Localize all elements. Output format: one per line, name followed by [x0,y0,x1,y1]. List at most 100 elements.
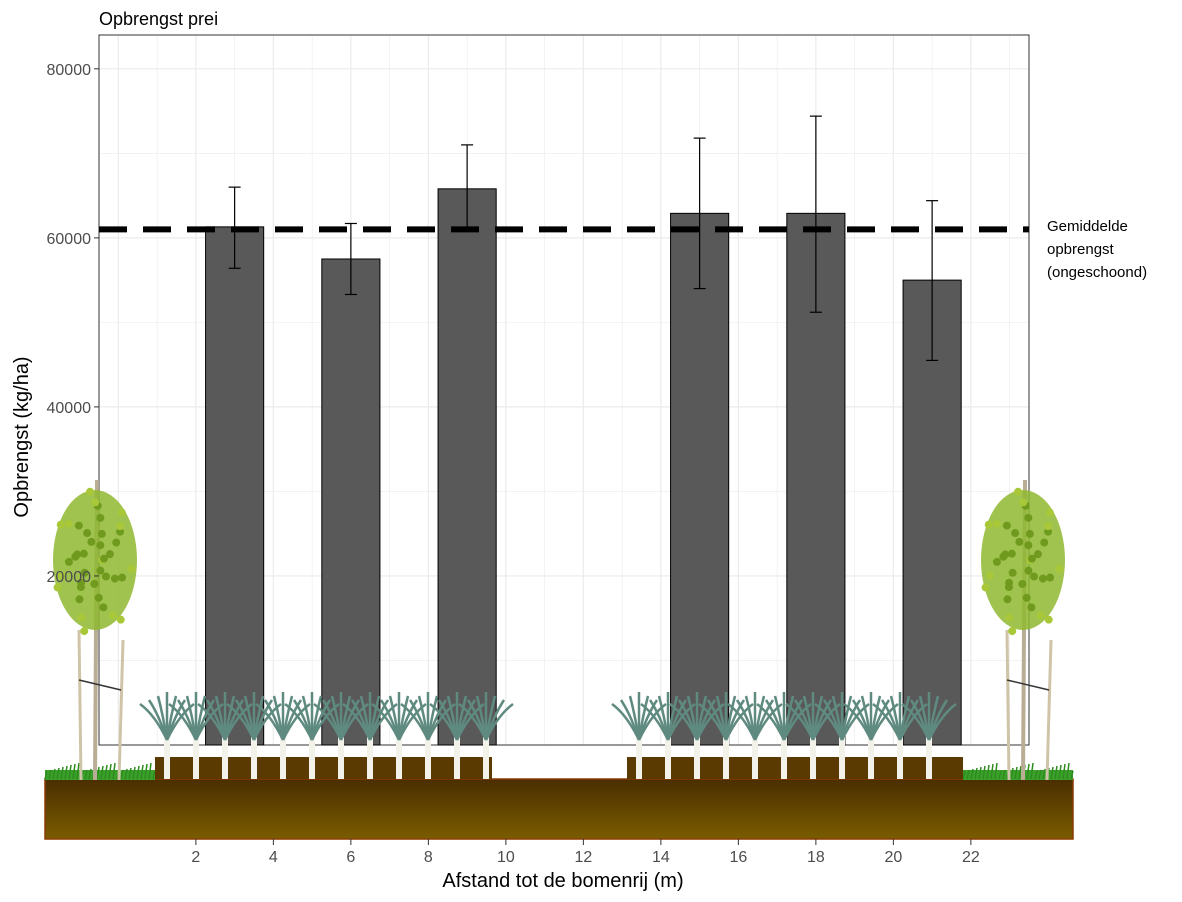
tree-tie [1006,679,1050,691]
tree-leaf [1015,537,1024,546]
annotation-line-2: opbrengst [1047,241,1115,258]
tree-leaf [984,520,993,529]
tree-leaf [86,487,95,496]
x-axis-ticks: 2 4 6 8 10 12 14 16 18 20 22 [191,839,980,866]
leek-stem [723,737,729,779]
tree-leaf [1004,583,1013,592]
tree-leaf [96,541,105,550]
tree-leaf [1027,554,1036,563]
ridge [627,757,963,779]
tree-leaf [992,557,1001,566]
tree-leaf [102,572,111,581]
tree-leaf [1055,564,1064,573]
y-axis-title: Opbrengst (kg/ha) [11,356,33,517]
tree [53,479,137,781]
leek-stem [752,737,758,779]
y-tick-label: 80000 [47,62,92,79]
leek-stem [454,737,460,779]
tree-leaf [96,566,105,575]
tree-leaf [1019,498,1028,507]
tree-leaf [992,519,1001,528]
bar [205,226,265,746]
chart-title: Opbrengst prei [99,9,218,29]
leek-stem [926,737,932,779]
tree-leaf [83,529,92,538]
x-tick-label: 12 [574,849,592,866]
x-tick-label: 22 [962,849,980,866]
annotation-line-3: (ongeschoond) [1047,264,1147,281]
tree-leaf [1022,593,1031,602]
tree-leaf [110,574,119,583]
x-tick-label: 2 [191,849,200,866]
tree-stake [77,629,83,781]
leek-stem [338,737,344,779]
tree-leaf [116,522,125,531]
leek-stem [251,737,257,779]
leek-stem [868,737,874,779]
tree-leaf [985,571,994,580]
tree-leaf [56,520,65,529]
leek-stem [309,737,315,779]
ridge [155,757,492,779]
grass-strip [44,762,156,780]
x-tick-label: 4 [269,849,278,866]
tree-leaf [75,595,84,604]
leek-stem [193,737,199,779]
tree-stake [1045,639,1053,781]
leek-stem [810,737,816,779]
x-tick-label: 14 [652,849,670,866]
tree-leaf [1005,613,1014,622]
tree-leaf [80,627,89,636]
tree-leaf [71,552,80,561]
x-tick-label: 6 [346,849,355,866]
leek-stem [222,737,228,779]
tree-leaf [116,615,125,624]
tree-leaf [112,538,121,547]
tree-tie [78,679,122,691]
bar [670,212,730,746]
tree-leaf [999,552,1008,561]
tree-leaf [118,573,127,582]
tree-leaf [1046,573,1055,582]
tree-stake [117,639,125,781]
x-tick-label: 10 [497,849,515,866]
x-tick-label: 20 [884,849,902,866]
tree-leaf [1018,579,1027,588]
x-tick-label: 8 [424,849,433,866]
tree-leaf [1040,538,1049,547]
tree-leaf [64,519,73,528]
y-tick-label: 60000 [47,231,92,248]
tree-leaf [99,554,108,563]
tree-leaf [108,611,117,620]
tree-leaf [96,513,105,522]
tree-leaf [1008,627,1017,636]
tree-leaf [1045,508,1054,517]
tree-leaf [77,613,86,622]
tree-leaf [1025,529,1034,538]
bar [321,258,381,746]
tree-leaf [1027,603,1036,612]
leek-stem [897,737,903,779]
tree-leaf [1024,541,1033,550]
tree-leaf [91,498,100,507]
tree-leaf [1038,574,1047,583]
tree-leaf [99,603,108,612]
tree-leaf [1036,611,1045,620]
tree-leaf [1044,615,1053,624]
tree [981,479,1065,781]
soil [44,778,1074,840]
tree-leaf [1003,595,1012,604]
x-tick-label: 18 [807,849,825,866]
leek-stem [367,737,373,779]
leek-stem [665,737,671,779]
leek-stem [280,737,286,779]
bar [437,188,497,746]
leek-stem [396,737,402,779]
tree-leaf [1002,521,1011,530]
tree-leaf [1024,566,1033,575]
tree-leaf [1008,568,1017,577]
leek-stem [483,737,489,779]
tree-leaf [74,521,83,530]
annotation-line-1: Gemiddelde [1047,218,1128,235]
tree-leaf [87,537,96,546]
